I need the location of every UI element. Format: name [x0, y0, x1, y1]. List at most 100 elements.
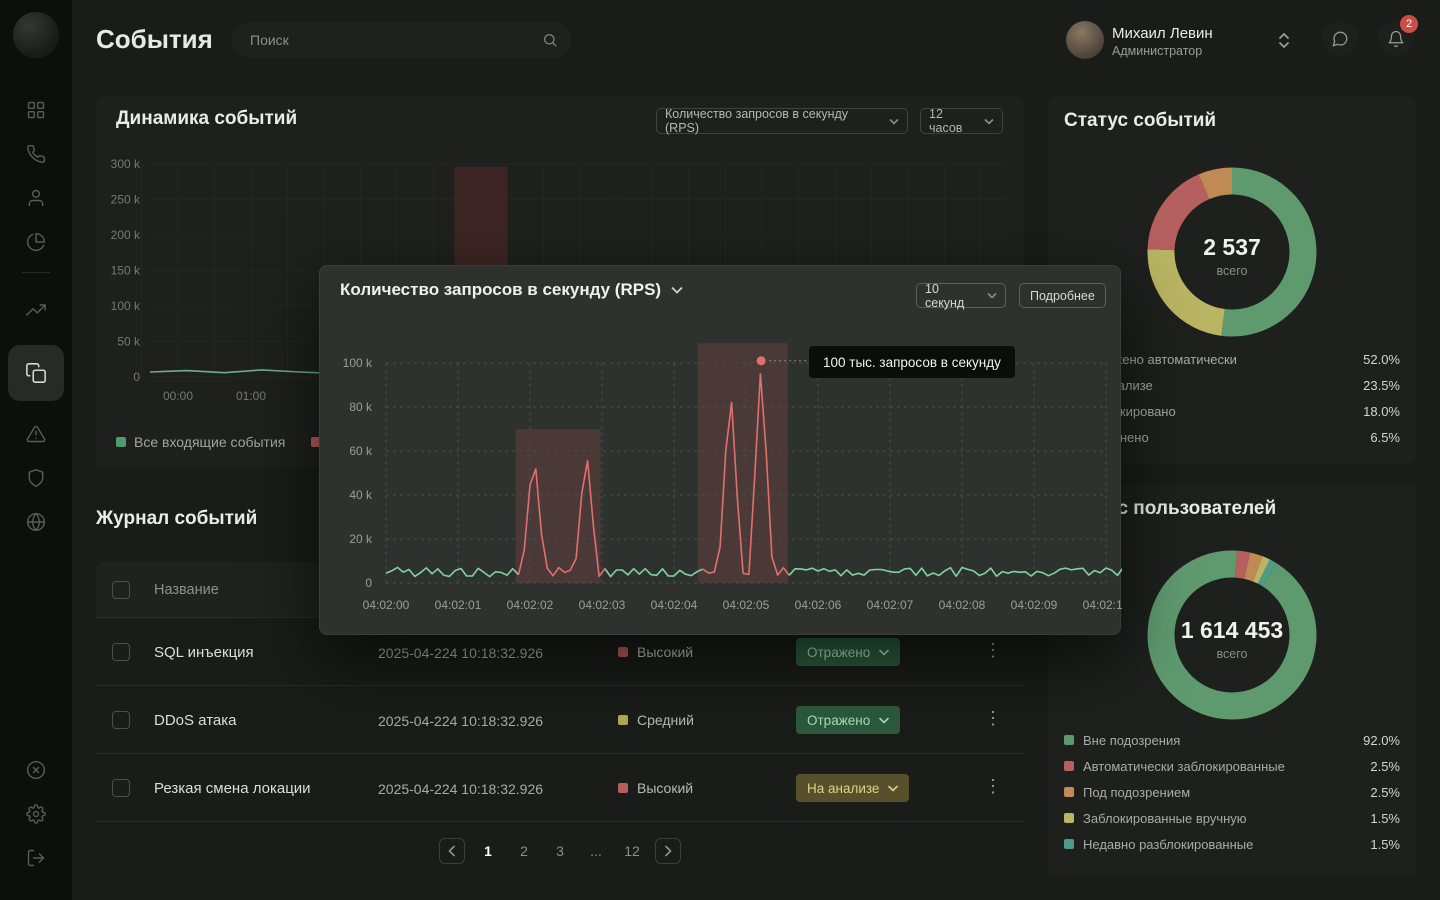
alert-triangle-icon — [26, 424, 46, 444]
sidebar-item-users[interactable] — [26, 188, 46, 208]
chat-icon — [1331, 30, 1349, 48]
gear-icon — [26, 804, 46, 824]
svg-text:20 k: 20 k — [349, 532, 373, 546]
row-checkbox[interactable] — [112, 711, 130, 729]
event-datetime: 2025-04-224 10:18:32.926 — [378, 781, 543, 797]
search-field[interactable] — [250, 32, 542, 48]
period-select[interactable]: 12 часов — [920, 108, 1003, 134]
severity-label: Высокий — [637, 780, 693, 796]
svg-text:04:02:00: 04:02:00 — [363, 598, 410, 612]
sidebar-item-logout[interactable] — [26, 848, 46, 868]
status-label: Отражено — [807, 645, 870, 660]
legend-color — [1064, 813, 1074, 823]
status-select[interactable]: На анализе — [796, 774, 909, 802]
svg-text:04:02:08: 04:02:08 — [939, 598, 986, 612]
x-circle-icon — [26, 760, 46, 780]
chevron-down-icon[interactable] — [671, 286, 683, 294]
logout-icon — [26, 848, 46, 868]
page-button[interactable]: 1 — [475, 838, 501, 864]
prev-page-button[interactable] — [439, 838, 465, 864]
legend-label: Заблокированные вручную — [1083, 811, 1370, 826]
table-row[interactable]: DDoS атака 2025-04-224 10:18:32.926 Средни… — [96, 686, 1024, 754]
legend-color — [1064, 735, 1074, 745]
legend-label: Вне подозрения — [1083, 733, 1363, 748]
severity-badge: Высокий — [618, 644, 693, 660]
legend-value: 52.0% — [1363, 352, 1400, 367]
chevron-left-icon — [447, 845, 457, 857]
svg-text:04:02:03: 04:02:03 — [579, 598, 626, 612]
user-menu-toggle[interactable] — [1276, 30, 1292, 50]
status-select[interactable]: Отражено — [796, 706, 900, 734]
chevron-down-icon — [889, 118, 899, 125]
row-menu-button[interactable]: ⋮ — [984, 776, 1002, 797]
sidebar-item-trends[interactable] — [26, 300, 46, 320]
messages-button[interactable] — [1322, 21, 1358, 57]
legend-value: 92.0% — [1363, 733, 1400, 748]
sidebar-item-calls[interactable] — [26, 144, 46, 164]
details-button[interactable]: Подробнее — [1019, 283, 1106, 308]
legend-label: Автоматически заблокированные — [1083, 759, 1370, 774]
legend-item: Недавно разблокированные1.5% — [1048, 831, 1416, 857]
legend-value: 1.5% — [1370, 837, 1400, 852]
svg-text:50 k: 50 k — [117, 335, 141, 349]
severity-color — [618, 715, 628, 725]
severity-badge: Средний — [618, 712, 694, 728]
status-select[interactable]: Отражено — [796, 638, 900, 666]
sidebar-item-dashboard[interactable] — [26, 100, 46, 120]
legend-value: 6.5% — [1370, 430, 1400, 445]
legend-item: Автоматически заблокированные2.5% — [1048, 753, 1416, 779]
legend-color — [1064, 839, 1074, 849]
trending-up-icon — [26, 300, 46, 320]
table-row[interactable]: Резкая смена локации2025-04-224 10:18:32… — [96, 754, 1024, 822]
svg-text:40 k: 40 k — [349, 488, 373, 502]
metric-select[interactable]: Количество запросов в секунду (RPS) — [656, 108, 908, 134]
legend-item: Все входящие события — [116, 434, 285, 450]
event-name: DDoS атака — [154, 712, 236, 729]
users-total-label: всего — [1152, 647, 1312, 661]
page-button[interactable]: 3 — [547, 838, 573, 864]
svg-text:300 k: 300 k — [111, 157, 141, 171]
rps-detail-modal: Количество запросов в секунду (RPS) 10 с… — [319, 265, 1121, 635]
interval-select[interactable]: 10 секунд — [916, 283, 1006, 308]
sidebar-item-events-active[interactable] — [8, 345, 64, 401]
dynamics-legend: Все входящие события — [116, 434, 329, 450]
users-legend: Вне подозрения92.0% Автоматически заблоки… — [1048, 727, 1416, 857]
user-role: Администратор — [1112, 44, 1202, 58]
shield-icon — [26, 468, 46, 488]
column-header-name: Название — [154, 582, 219, 598]
page-button[interactable]: 2 — [511, 838, 537, 864]
select-all-checkbox[interactable] — [112, 581, 130, 599]
row-checkbox[interactable] — [112, 643, 130, 661]
svg-text:60 k: 60 k — [349, 444, 373, 458]
chevron-down-icon — [879, 649, 889, 656]
legend-label: Заблокировано — [1083, 404, 1363, 419]
sidebar-item-settings[interactable] — [26, 804, 46, 824]
sidebar-item-network[interactable] — [26, 512, 46, 532]
sidebar-item-alerts[interactable] — [26, 424, 46, 444]
row-menu-button[interactable]: ⋮ — [984, 708, 1002, 729]
sidebar-item-security[interactable] — [26, 468, 46, 488]
events-total-label: всего — [1152, 264, 1312, 278]
chevron-down-icon — [888, 785, 898, 792]
legend-label: Под подозрением — [1083, 785, 1370, 800]
sidebar-item-blocklist[interactable] — [26, 760, 46, 780]
next-page-button[interactable] — [655, 838, 681, 864]
sidebar-item-analytics[interactable] — [26, 232, 46, 252]
search-input[interactable] — [232, 22, 572, 58]
severity-color — [618, 647, 628, 657]
metric-select-value: Количество запросов в секунду (RPS) — [665, 107, 881, 135]
legend-label: На анализе — [1083, 378, 1363, 393]
interval-select-value: 10 секунд — [925, 282, 979, 310]
legend-color — [1064, 761, 1074, 771]
event-datetime: 2025-04-224 10:18:32.926 — [378, 713, 543, 729]
chevron-down-icon — [987, 292, 997, 299]
legend-value: 1.5% — [1370, 811, 1400, 826]
svg-text:04:02:06: 04:02:06 — [795, 598, 842, 612]
modal-title: Количество запросов в секунду (RPS) — [340, 280, 683, 300]
row-menu-button[interactable]: ⋮ — [984, 640, 1002, 661]
svg-text:01:00: 01:00 — [236, 389, 266, 403]
svg-text:04:02:01: 04:02:01 — [435, 598, 482, 612]
row-checkbox[interactable] — [112, 779, 130, 797]
avatar[interactable] — [1066, 21, 1104, 59]
page-button[interactable]: 12 — [619, 838, 645, 864]
